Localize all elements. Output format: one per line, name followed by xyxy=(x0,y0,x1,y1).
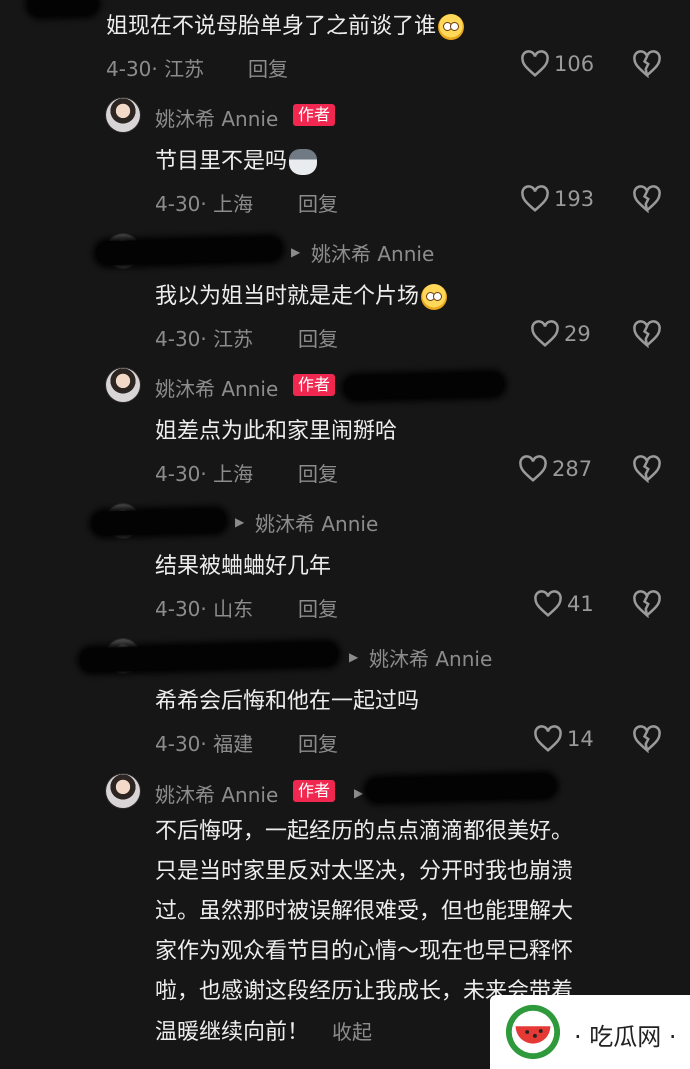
comment-meta: 4-30· 福建 xyxy=(155,732,254,756)
reply-button[interactable]: 回复 xyxy=(298,728,338,757)
reply-button[interactable]: 回复 xyxy=(298,458,338,487)
watermelon-logo-icon xyxy=(505,1004,561,1060)
redacted-username xyxy=(95,236,283,266)
comment-meta: 4-30· 上海 xyxy=(155,192,254,216)
comment-meta: 4-30· 上海 xyxy=(155,462,254,486)
like-count: 193 xyxy=(554,187,595,211)
like-count: 14 xyxy=(567,727,594,751)
dizzy-emoji-icon xyxy=(438,14,465,40)
heart-icon xyxy=(519,455,547,482)
heart-icon xyxy=(531,320,559,347)
heart-icon xyxy=(521,50,549,77)
like-count: 41 xyxy=(567,592,594,616)
author-name[interactable]: 姚沐希 Annie xyxy=(155,779,278,808)
reply-arrow-icon: ▶ xyxy=(291,245,301,259)
redacted-username xyxy=(27,0,99,17)
reply-arrow-icon: ▶ xyxy=(354,786,364,800)
redacted-username xyxy=(343,371,505,401)
comment-text: 结果被蛐蛐好几年 xyxy=(155,554,332,579)
redacted-username xyxy=(365,773,557,803)
dislike-icon[interactable] xyxy=(632,455,662,483)
comment-text: 节目里不是吗 xyxy=(155,143,318,175)
reply-button[interactable]: 回复 xyxy=(298,188,338,217)
like-count: 106 xyxy=(554,52,595,76)
comment-meta: 4-30· 山东 xyxy=(155,597,254,621)
heart-icon xyxy=(534,590,562,617)
like-button[interactable]: 14 xyxy=(533,725,594,753)
avatar[interactable] xyxy=(106,98,140,132)
avatar[interactable] xyxy=(106,368,140,402)
comment-meta: 4-30· 江苏 xyxy=(106,57,205,81)
avatar[interactable] xyxy=(106,774,140,808)
watermark-label: · 吃瓜网 · xyxy=(574,1023,677,1051)
comment-text: 姐差点为此和家里闹掰哈 xyxy=(155,419,398,444)
comment-text: 我以为姐当时就是走个片场 xyxy=(155,278,448,310)
like-button[interactable]: 193 xyxy=(520,185,594,213)
like-button[interactable]: 29 xyxy=(530,320,591,348)
reply-button[interactable]: 回复 xyxy=(298,323,338,352)
author-badge: 作者 xyxy=(293,374,336,396)
like-button[interactable]: 287 xyxy=(518,455,592,483)
author-badge: 作者 xyxy=(293,104,336,126)
reply-arrow-icon: ▶ xyxy=(235,515,245,529)
dislike-icon[interactable] xyxy=(632,590,662,618)
like-count: 287 xyxy=(552,457,593,481)
dislike-icon[interactable] xyxy=(632,725,662,753)
reply-to-name[interactable]: 姚沐希 Annie xyxy=(255,508,378,537)
site-watermark: · 吃瓜网 · xyxy=(490,995,690,1069)
like-button[interactable]: 41 xyxy=(533,590,594,618)
comment-meta: 4-30· 江苏 xyxy=(155,327,254,351)
like-button[interactable]: 106 xyxy=(520,50,594,78)
comment-text: 希希会后悔和他在一起过吗 xyxy=(155,689,420,714)
author-name[interactable]: 姚沐希 Annie xyxy=(155,103,278,132)
dislike-icon[interactable] xyxy=(632,50,662,78)
collapse-button[interactable]: 收起 xyxy=(332,1020,372,1044)
dislike-icon[interactable] xyxy=(632,320,662,348)
reply-arrow-icon: ▶ xyxy=(349,650,359,664)
redacted-username xyxy=(91,508,227,536)
heart-icon xyxy=(534,725,562,752)
author-name[interactable]: 姚沐希 Annie xyxy=(155,373,278,402)
dislike-icon[interactable] xyxy=(632,185,662,213)
heart-icon xyxy=(521,185,549,212)
reply-button[interactable]: 回复 xyxy=(248,53,288,82)
comment-text: 姐现在不说母胎单身了之前谈了谁 xyxy=(106,8,465,40)
dizzy-emoji-icon xyxy=(421,284,448,310)
like-count: 29 xyxy=(564,322,591,346)
reply-to-name[interactable]: 姚沐希 Annie xyxy=(369,643,492,672)
author-badge: 作者 xyxy=(293,780,336,802)
husky-emoji-icon xyxy=(289,149,318,175)
reply-to-name[interactable]: 姚沐希 Annie xyxy=(311,238,434,267)
reply-button[interactable]: 回复 xyxy=(298,593,338,622)
